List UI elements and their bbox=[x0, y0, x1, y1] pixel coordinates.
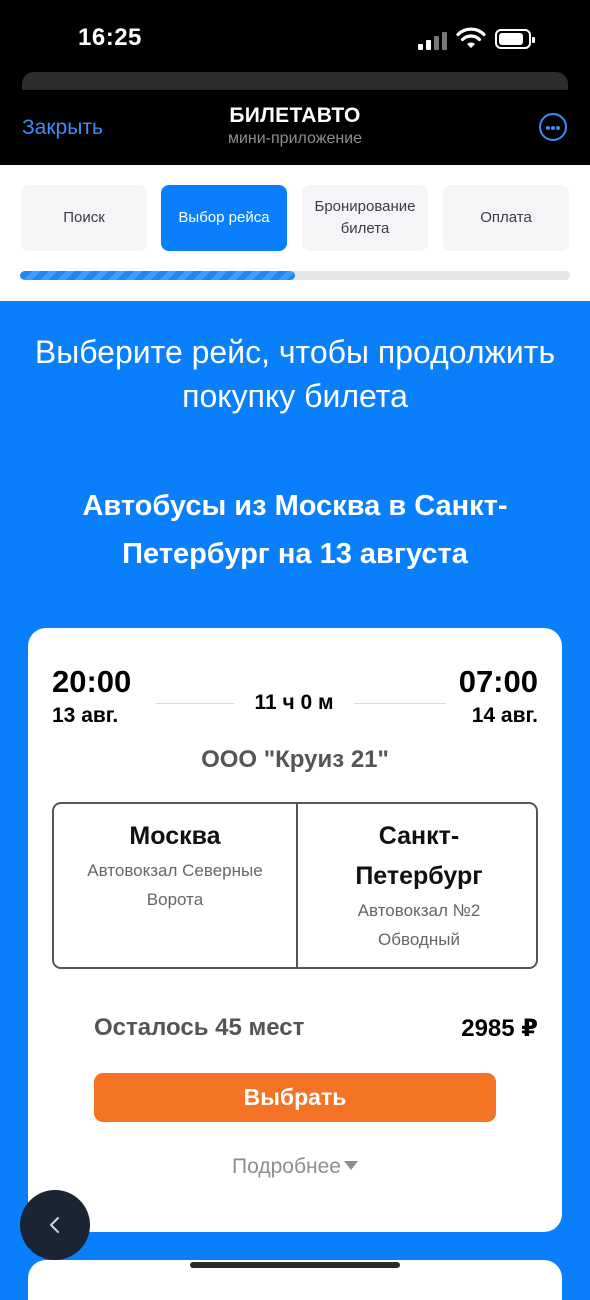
wifi-icon bbox=[456, 27, 486, 48]
sheet-grabber bbox=[22, 72, 568, 90]
trip-card: 20:00 13 авг. 11 ч 0 м 07:00 14 авг. ООО… bbox=[28, 628, 562, 1232]
status-bar: 16:25 bbox=[0, 0, 590, 72]
app-subtitle: мини-приложение bbox=[227, 130, 363, 147]
signal-icon bbox=[418, 32, 448, 50]
trip-duration: 11 ч 0 м bbox=[254, 691, 334, 714]
step-booking[interactable]: Бронирование билета bbox=[302, 185, 428, 251]
step-search[interactable]: Поиск bbox=[21, 185, 147, 251]
arrival-date: 14 авг. bbox=[471, 704, 538, 727]
route-heading: Автобусы из Москва в Санкт-Петербург на … bbox=[82, 490, 508, 570]
seats-left: Осталось 45 мест bbox=[94, 1014, 305, 1041]
step-payment[interactable]: Оплата bbox=[443, 185, 569, 251]
home-indicator bbox=[190, 1262, 400, 1268]
app-title: БИЛЕТАВТО bbox=[229, 104, 361, 127]
more-icon[interactable] bbox=[539, 113, 567, 141]
top-bar: 16:25 Закрыть БИЛЕТАВТО мини-приложение bbox=[0, 0, 590, 165]
booking-steps: Поиск Выбор рейса Бронирование билета Оп… bbox=[0, 165, 590, 301]
departure-time: 20:00 bbox=[52, 664, 132, 699]
details-label: Подробнее bbox=[232, 1155, 341, 1178]
origin-station: Москва Автовокзал Северные Ворота bbox=[54, 816, 296, 914]
departure-date: 13 авг. bbox=[52, 704, 119, 727]
select-button[interactable]: Выбрать bbox=[94, 1073, 496, 1122]
page-heading: Выберите рейс, чтобы продолжить покупку … bbox=[34, 334, 556, 414]
header-title-block: БИЛЕТАВТО мини-приложение bbox=[0, 104, 590, 148]
back-icon bbox=[50, 1217, 59, 1233]
mini-app-header: Закрыть БИЛЕТАВТО мини-приложение bbox=[0, 90, 590, 165]
arrival-time: 07:00 bbox=[458, 664, 538, 699]
carrier-name: ООО "Круиз 21" bbox=[201, 746, 389, 773]
duration-line-right bbox=[354, 703, 446, 704]
details-toggle[interactable]: Подробнее bbox=[28, 1155, 562, 1179]
back-button[interactable] bbox=[20, 1190, 90, 1260]
step-select-trip[interactable]: Выбор рейса bbox=[161, 185, 287, 251]
destination-city: Санкт-Петербург bbox=[355, 822, 483, 890]
progress-bar bbox=[20, 271, 570, 280]
duration-line-left bbox=[156, 703, 234, 704]
status-time: 16:25 bbox=[78, 24, 142, 51]
origin-city: Москва bbox=[129, 822, 221, 850]
progress-fill bbox=[20, 271, 295, 280]
destination-station: Санкт-Петербург Автовокзал №2 Обводный bbox=[298, 816, 540, 954]
destination-station-name: Автовокзал №2 Обводный bbox=[357, 901, 481, 949]
stations-box: Москва Автовокзал Северные Ворота Санкт-… bbox=[52, 802, 538, 969]
origin-station-name: Автовокзал Северные Ворота bbox=[87, 861, 263, 909]
chevron-down-icon bbox=[343, 1161, 358, 1170]
battery-icon bbox=[495, 29, 535, 49]
ticket-price: 2985 ₽ bbox=[461, 1015, 538, 1042]
